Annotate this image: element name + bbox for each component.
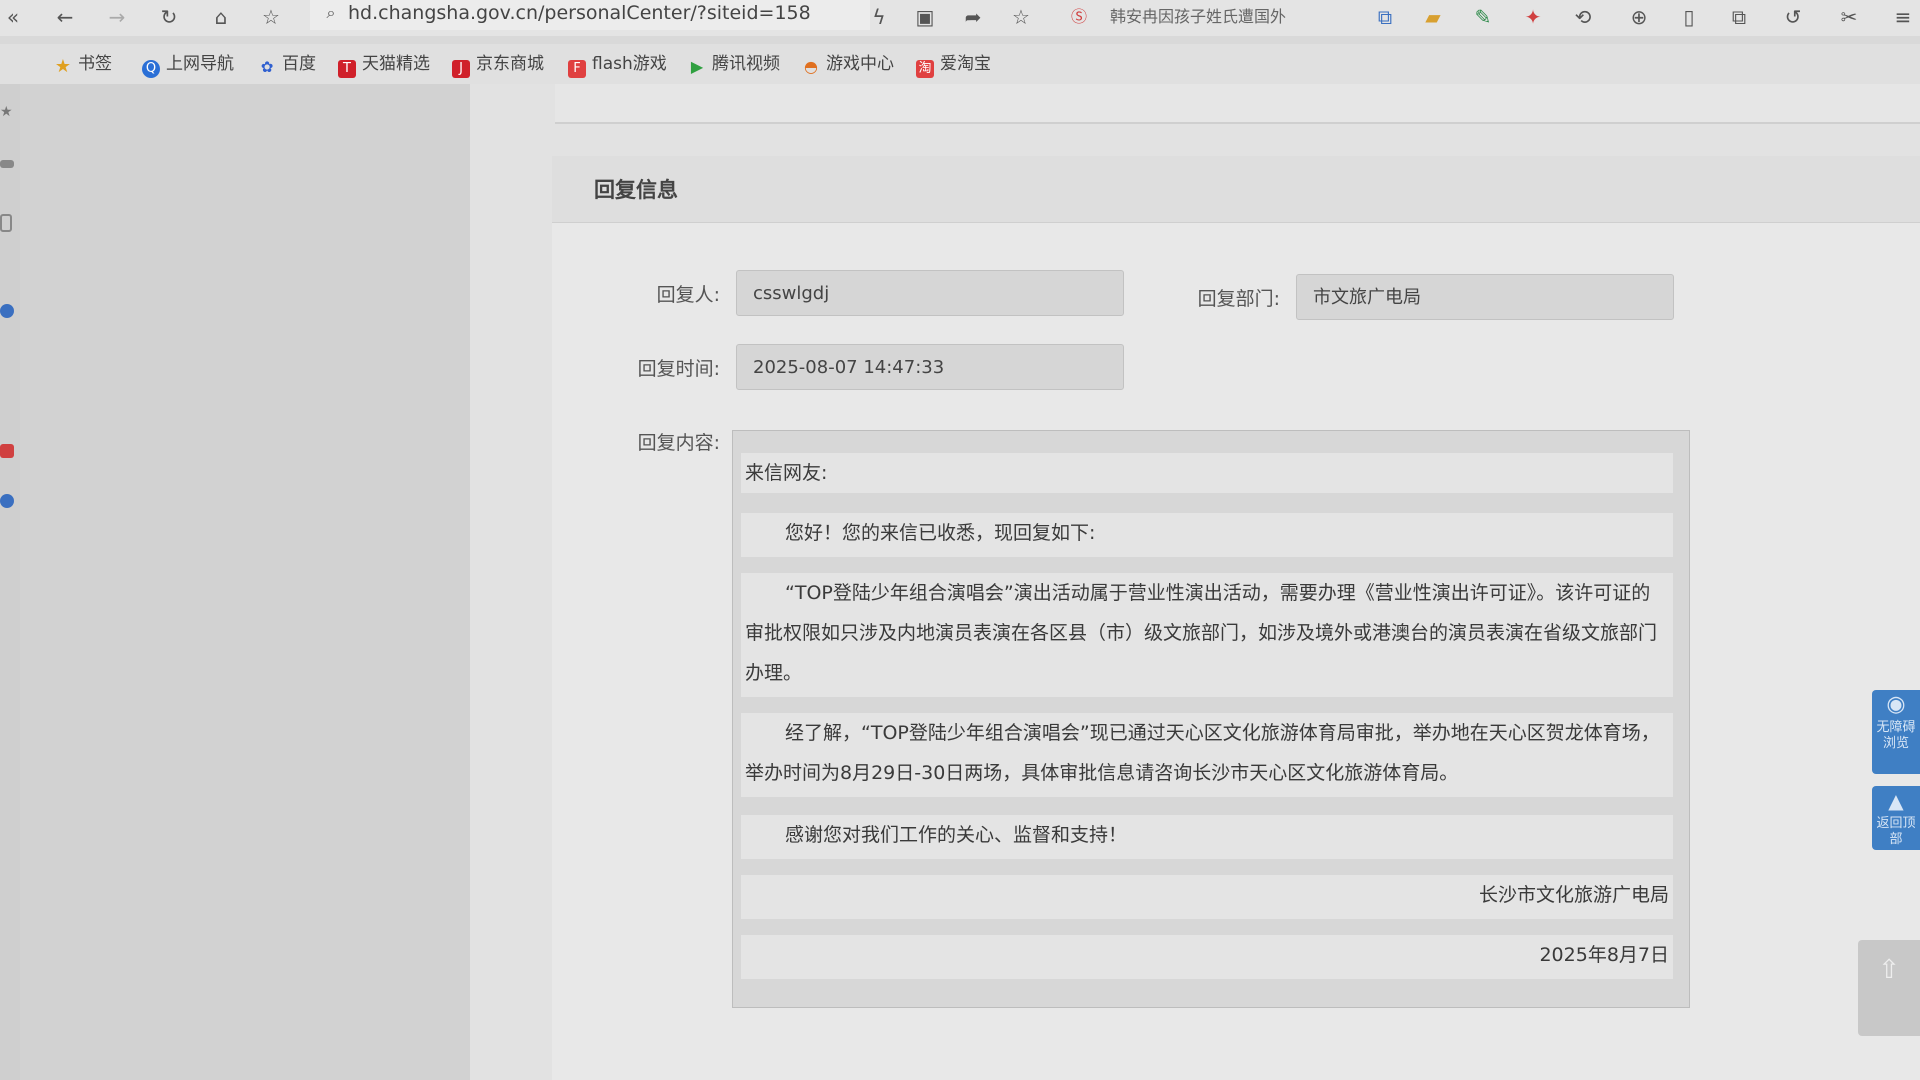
flash-game-icon: F	[568, 60, 586, 78]
home-icon[interactable]: ⌂	[208, 4, 234, 30]
lightning-icon[interactable]: ϟ	[866, 4, 892, 30]
bookmark-item[interactable]: ★ 书签	[54, 50, 112, 78]
chat-rail-icon[interactable]	[0, 304, 14, 318]
taobao-icon: 淘	[916, 60, 934, 78]
reading-rail-icon[interactable]	[0, 160, 14, 168]
time-field: 2025-08-07 14:47:33	[736, 344, 1124, 390]
search-icon: ⌕	[326, 3, 336, 22]
browser-side-rail: ★	[0, 84, 20, 1080]
bookmark-item[interactable]: ◓ 游戏中心	[802, 50, 894, 78]
bookmark-star-icon[interactable]: ☆	[1008, 4, 1034, 30]
history-icon[interactable]: ↺	[1780, 4, 1806, 30]
bookmark-item[interactable]: Fflash游戏	[568, 50, 667, 78]
bookmark-item[interactable]: T 天猫精选	[338, 50, 430, 78]
share-icon[interactable]: ➦	[960, 4, 986, 30]
reply-panel-header: 回复信息	[552, 156, 1920, 223]
navigation-icon: Q	[142, 60, 160, 78]
tencent-video-icon: ▶	[690, 57, 704, 76]
eye-icon: ◉	[1886, 692, 1906, 717]
rocket-icon[interactable]: ⇧	[1858, 940, 1920, 1036]
reload-icon[interactable]: ↻	[156, 4, 182, 30]
favorites-rail-icon[interactable]: ★	[0, 104, 14, 120]
collapse-sidebar-icon[interactable]: «	[0, 4, 26, 30]
star-icon: ★	[54, 56, 72, 77]
dept-field: 市文旅广电局	[1296, 274, 1674, 320]
bookmark-item[interactable]: J 京东商城	[452, 50, 544, 78]
bookmark-item[interactable]: ▶ 腾讯视频	[688, 50, 780, 78]
bookmark-item[interactable]: ✿ 百度	[258, 50, 316, 78]
sync-icon[interactable]: ⟲	[1570, 4, 1596, 30]
reader-icon[interactable]: ▣	[912, 4, 938, 30]
time-label: 回复时间:	[637, 358, 720, 380]
game-center-icon: ◓	[804, 57, 818, 76]
replier-field: csswlgdj	[736, 270, 1124, 316]
address-url[interactable]: hd.changsha.gov.cn/personalCenter/?sitei…	[348, 0, 811, 26]
browser-toolbar: « ← → ↻ ⌂ ☆ ⌕ hd.changsha.gov.cn/persona…	[0, 0, 1920, 36]
section-title: 回复信息	[594, 178, 678, 202]
notes-rail-icon[interactable]	[0, 214, 12, 232]
accessibility-button[interactable]: ◉ 无障碍浏览	[1872, 690, 1920, 774]
reply-signature: 长沙市文化旅游广电局	[741, 875, 1673, 919]
phone-icon[interactable]: ▯	[1676, 4, 1702, 30]
previous-section-edge	[555, 84, 1920, 124]
reply-paragraph-1: “TOP登陆少年组合演唱会”演出活动属于营业性演出活动，需要办理《营业性演出许可…	[741, 573, 1673, 697]
reply-date: 2025年8月7日	[741, 935, 1673, 979]
tmall-icon: T	[338, 60, 356, 78]
reply-paragraph-2: 经了解，“TOP登陆少年组合演唱会”现已通过天心区文化旅游体育局审批，举办地在天…	[741, 713, 1673, 797]
bookmark-item[interactable]: Q 上网导航	[142, 50, 234, 78]
dept-label: 回复部门:	[1197, 288, 1280, 310]
jd-icon: J	[452, 60, 470, 78]
back-icon[interactable]: ←	[52, 4, 78, 30]
bookmark-item[interactable]: 淘爱淘宝	[916, 50, 991, 78]
screenshot-icon[interactable]: ✂	[1836, 4, 1862, 30]
address-bar[interactable]: ⌕ hd.changsha.gov.cn/personalCenter/?sit…	[310, 0, 870, 30]
replier-label: 回复人:	[656, 284, 720, 306]
reply-thanks: 感谢您对我们工作的关心、监督和支持！	[741, 815, 1673, 859]
search-engine-icon[interactable]: Ⓢ	[1066, 4, 1092, 30]
reply-greeting: 来信网友:	[741, 453, 1673, 493]
bookmarks-bar: ★ 书签 Q 上网导航 ✿ 百度 T 天猫精选 J 京东商城 Fflash游戏 ▶ 腾讯视频…	[0, 44, 1920, 84]
extension-icon[interactable]: ✎	[1470, 4, 1496, 30]
menu-icon[interactable]: ≡	[1890, 4, 1916, 30]
plugin-icon[interactable]: ✦	[1520, 4, 1546, 30]
forward-icon[interactable]: →	[104, 4, 130, 30]
arrow-up-icon: ▲	[1888, 789, 1904, 813]
blue-rail-icon[interactable]	[0, 494, 14, 508]
folder-icon[interactable]: ▰	[1420, 4, 1446, 30]
reply-intro: 您好！您的来信已收悉，现回复如下:	[741, 513, 1673, 557]
window-icon[interactable]: ⧉	[1726, 4, 1752, 30]
page-left-blank	[20, 84, 480, 1080]
baidu-icon: ✿	[260, 58, 274, 76]
reply-content-box: 来信网友: 您好！您的来信已收悉，现回复如下: “TOP登陆少年组合演唱会”演出…	[732, 430, 1690, 1008]
favorite-icon[interactable]: ☆	[258, 4, 284, 30]
weibo-rail-icon[interactable]	[0, 444, 14, 458]
content-label: 回复内容:	[637, 432, 720, 454]
translate-icon[interactable]: ⧉	[1372, 4, 1398, 30]
download-icon[interactable]: ⊕	[1626, 4, 1652, 30]
news-ticker[interactable]: 韩安冉因孩子姓氏遭国外	[1110, 4, 1380, 30]
back-to-top-button[interactable]: ▲ 返回顶部	[1872, 786, 1920, 850]
